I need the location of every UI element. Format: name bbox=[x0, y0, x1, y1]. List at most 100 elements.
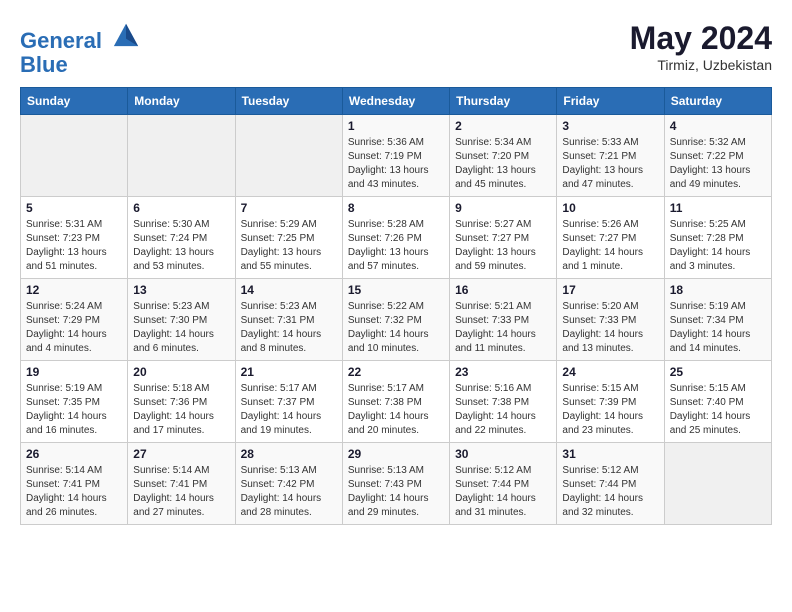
day-info: Sunrise: 5:32 AMSunset: 7:22 PMDaylight:… bbox=[670, 136, 766, 192]
day-number: 17 bbox=[562, 283, 658, 297]
month-title: May 2024 bbox=[630, 20, 772, 57]
day-number: 6 bbox=[133, 201, 229, 215]
weekday-header-friday: Friday bbox=[557, 88, 664, 115]
calendar-cell: 6 Sunrise: 5:30 AMSunset: 7:24 PMDaylight… bbox=[128, 197, 235, 279]
calendar-cell: 4 Sunrise: 5:32 AMSunset: 7:22 PMDaylight… bbox=[664, 115, 771, 197]
day-info: Sunrise: 5:34 AMSunset: 7:20 PMDaylight:… bbox=[455, 136, 551, 192]
calendar-cell: 19 Sunrise: 5:19 AMSunset: 7:35 PMDayligh… bbox=[21, 361, 128, 443]
day-info: Sunrise: 5:36 AMSunset: 7:19 PMDaylight:… bbox=[348, 136, 444, 192]
calendar-cell: 2 Sunrise: 5:34 AMSunset: 7:20 PMDaylight… bbox=[450, 115, 557, 197]
page-header: General Blue May 2024 Tirmiz, Uzbekistan bbox=[20, 20, 772, 77]
calendar-cell bbox=[128, 115, 235, 197]
day-info: Sunrise: 5:30 AMSunset: 7:24 PMDaylight:… bbox=[133, 218, 229, 274]
calendar-cell: 20 Sunrise: 5:18 AMSunset: 7:36 PMDayligh… bbox=[128, 361, 235, 443]
calendar-cell: 28 Sunrise: 5:13 AMSunset: 7:42 PMDayligh… bbox=[235, 443, 342, 525]
calendar-week-3: 12 Sunrise: 5:24 AMSunset: 7:29 PMDayligh… bbox=[21, 279, 772, 361]
day-info: Sunrise: 5:14 AMSunset: 7:41 PMDaylight:… bbox=[26, 464, 122, 520]
day-number: 25 bbox=[670, 365, 766, 379]
calendar-cell: 26 Sunrise: 5:14 AMSunset: 7:41 PMDayligh… bbox=[21, 443, 128, 525]
calendar-cell: 29Sunrise: 5:13 AMSunset: 7:43 PMDayligh… bbox=[342, 443, 449, 525]
day-info: Sunrise: 5:23 AMSunset: 7:30 PMDaylight:… bbox=[133, 300, 229, 356]
weekday-header-wednesday: Wednesday bbox=[342, 88, 449, 115]
day-number: 14 bbox=[241, 283, 337, 297]
day-number: 8 bbox=[348, 201, 444, 215]
calendar-cell: 22Sunrise: 5:17 AMSunset: 7:38 PMDayligh… bbox=[342, 361, 449, 443]
day-info: Sunrise: 5:25 AMSunset: 7:28 PMDaylight:… bbox=[670, 218, 766, 274]
day-info: Sunrise: 5:33 AMSunset: 7:21 PMDaylight:… bbox=[562, 136, 658, 192]
calendar-cell bbox=[235, 115, 342, 197]
calendar-table: SundayMondayTuesdayWednesdayThursdayFrid… bbox=[20, 87, 772, 525]
day-number: 7 bbox=[241, 201, 337, 215]
calendar-cell bbox=[664, 443, 771, 525]
calendar-cell: 1 Sunrise: 5:36 AMSunset: 7:19 PMDaylight… bbox=[342, 115, 449, 197]
day-number: 28 bbox=[241, 447, 337, 461]
day-info: Sunrise: 5:14 AMSunset: 7:41 PMDaylight:… bbox=[133, 464, 229, 520]
weekday-header-saturday: Saturday bbox=[664, 88, 771, 115]
day-info: Sunrise: 5:28 AMSunset: 7:26 PMDaylight:… bbox=[348, 218, 444, 274]
logo-blue: Blue bbox=[20, 52, 68, 77]
day-info: Sunrise: 5:19 AMSunset: 7:35 PMDaylight:… bbox=[26, 382, 122, 438]
day-number: 21 bbox=[241, 365, 337, 379]
day-number: 23 bbox=[455, 365, 551, 379]
day-info: Sunrise: 5:20 AMSunset: 7:33 PMDaylight:… bbox=[562, 300, 658, 356]
day-info: Sunrise: 5:29 AMSunset: 7:25 PMDaylight:… bbox=[241, 218, 337, 274]
calendar-week-2: 5 Sunrise: 5:31 AMSunset: 7:23 PMDaylight… bbox=[21, 197, 772, 279]
day-number: 29 bbox=[348, 447, 444, 461]
day-number: 27 bbox=[133, 447, 229, 461]
calendar-cell: 24 Sunrise: 5:15 AMSunset: 7:39 PMDayligh… bbox=[557, 361, 664, 443]
weekday-header-thursday: Thursday bbox=[450, 88, 557, 115]
logo-general: General bbox=[20, 28, 102, 53]
day-number: 31 bbox=[562, 447, 658, 461]
calendar-cell: 10 Sunrise: 5:26 AMSunset: 7:27 PMDayligh… bbox=[557, 197, 664, 279]
calendar-cell: 9Sunrise: 5:27 AMSunset: 7:27 PMDaylight… bbox=[450, 197, 557, 279]
calendar-week-1: 1 Sunrise: 5:36 AMSunset: 7:19 PMDaylight… bbox=[21, 115, 772, 197]
day-info: Sunrise: 5:18 AMSunset: 7:36 PMDaylight:… bbox=[133, 382, 229, 438]
calendar-cell: 17 Sunrise: 5:20 AMSunset: 7:33 PMDayligh… bbox=[557, 279, 664, 361]
logo: General Blue bbox=[20, 20, 140, 77]
calendar-header-row: SundayMondayTuesdayWednesdayThursdayFrid… bbox=[21, 88, 772, 115]
day-number: 9 bbox=[455, 201, 551, 215]
calendar-week-4: 19 Sunrise: 5:19 AMSunset: 7:35 PMDayligh… bbox=[21, 361, 772, 443]
day-number: 24 bbox=[562, 365, 658, 379]
calendar-cell: 21Sunrise: 5:17 AMSunset: 7:37 PMDayligh… bbox=[235, 361, 342, 443]
day-number: 10 bbox=[562, 201, 658, 215]
day-number: 11 bbox=[670, 201, 766, 215]
day-number: 15 bbox=[348, 283, 444, 297]
calendar-cell: 18 Sunrise: 5:19 AMSunset: 7:34 PMDayligh… bbox=[664, 279, 771, 361]
day-info: Sunrise: 5:19 AMSunset: 7:34 PMDaylight:… bbox=[670, 300, 766, 356]
day-number: 13 bbox=[133, 283, 229, 297]
calendar-cell: 13 Sunrise: 5:23 AMSunset: 7:30 PMDayligh… bbox=[128, 279, 235, 361]
calendar-cell: 8 Sunrise: 5:28 AMSunset: 7:26 PMDaylight… bbox=[342, 197, 449, 279]
day-info: Sunrise: 5:17 AMSunset: 7:38 PMDaylight:… bbox=[348, 382, 444, 438]
calendar-cell: 12 Sunrise: 5:24 AMSunset: 7:29 PMDayligh… bbox=[21, 279, 128, 361]
day-info: Sunrise: 5:22 AMSunset: 7:32 PMDaylight:… bbox=[348, 300, 444, 356]
calendar-cell: 30Sunrise: 5:12 AMSunset: 7:44 PMDayligh… bbox=[450, 443, 557, 525]
calendar-cell: 3 Sunrise: 5:33 AMSunset: 7:21 PMDaylight… bbox=[557, 115, 664, 197]
day-info: Sunrise: 5:15 AMSunset: 7:39 PMDaylight:… bbox=[562, 382, 658, 438]
day-info: Sunrise: 5:31 AMSunset: 7:23 PMDaylight:… bbox=[26, 218, 122, 274]
location-subtitle: Tirmiz, Uzbekistan bbox=[630, 57, 772, 73]
day-info: Sunrise: 5:26 AMSunset: 7:27 PMDaylight:… bbox=[562, 218, 658, 274]
day-info: Sunrise: 5:13 AMSunset: 7:42 PMDaylight:… bbox=[241, 464, 337, 520]
day-number: 26 bbox=[26, 447, 122, 461]
calendar-cell: 14Sunrise: 5:23 AMSunset: 7:31 PMDayligh… bbox=[235, 279, 342, 361]
day-info: Sunrise: 5:15 AMSunset: 7:40 PMDaylight:… bbox=[670, 382, 766, 438]
day-number: 16 bbox=[455, 283, 551, 297]
calendar-cell: 11 Sunrise: 5:25 AMSunset: 7:28 PMDayligh… bbox=[664, 197, 771, 279]
weekday-header-monday: Monday bbox=[128, 88, 235, 115]
calendar-cell: 31Sunrise: 5:12 AMSunset: 7:44 PMDayligh… bbox=[557, 443, 664, 525]
day-number: 2 bbox=[455, 119, 551, 133]
day-number: 4 bbox=[670, 119, 766, 133]
day-number: 3 bbox=[562, 119, 658, 133]
day-number: 12 bbox=[26, 283, 122, 297]
day-number: 18 bbox=[670, 283, 766, 297]
day-number: 20 bbox=[133, 365, 229, 379]
day-number: 5 bbox=[26, 201, 122, 215]
day-number: 1 bbox=[348, 119, 444, 133]
logo-icon bbox=[112, 20, 140, 48]
weekday-header-tuesday: Tuesday bbox=[235, 88, 342, 115]
day-info: Sunrise: 5:21 AMSunset: 7:33 PMDaylight:… bbox=[455, 300, 551, 356]
day-number: 19 bbox=[26, 365, 122, 379]
calendar-cell bbox=[21, 115, 128, 197]
day-info: Sunrise: 5:24 AMSunset: 7:29 PMDaylight:… bbox=[26, 300, 122, 356]
